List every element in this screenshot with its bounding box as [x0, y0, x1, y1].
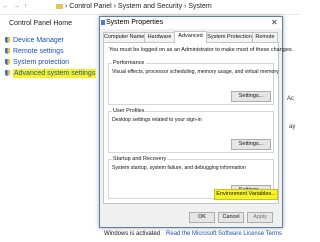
system-icon [101, 20, 105, 25]
address-bar: ← → ↑ › Control Panel › System and Secur… [0, 0, 300, 15]
clipped-text: ay [289, 124, 296, 130]
sidebar-item-label: Remote settings [13, 48, 64, 55]
group-description: Desktop settings related to your sign-in [112, 117, 202, 123]
dialog-title: System Properties [106, 19, 164, 26]
shield-icon [5, 37, 10, 43]
group-title: Performance [112, 60, 146, 66]
group-description: Visual effects, processor scheduling, me… [112, 69, 279, 75]
user-profiles-group: User Profiles Desktop settings related t… [108, 108, 274, 153]
breadcrumb[interactable]: › Control Panel › System and Security › … [56, 0, 212, 14]
system-properties-dialog: System Properties ✕ Computer Name Hardwa… [99, 16, 293, 228]
tab-computer-name[interactable]: Computer Name [103, 32, 145, 42]
tab-remote[interactable]: Remote [252, 32, 278, 42]
dialog-title-bar[interactable]: System Properties ✕ [100, 17, 282, 29]
close-icon[interactable]: ✕ [271, 17, 278, 29]
sidebar-item-label: Advanced system settings [13, 69, 97, 78]
advanced-tab-panel: You must be logged on as an Administrato… [103, 42, 293, 204]
environment-variables-button[interactable]: Environment Variables... [214, 189, 278, 200]
shield-icon [5, 59, 10, 65]
performance-group: Performance Visual effects, processor sc… [108, 60, 279, 105]
tab-system-protection[interactable]: System Protection [206, 32, 253, 42]
sidebar-item-label: Device Manager [13, 37, 64, 44]
user-profiles-settings-button[interactable]: Settings... [231, 139, 271, 150]
apply-button[interactable]: Apply [247, 212, 273, 223]
tab-advanced[interactable]: Advanced [174, 31, 207, 43]
folder-icon [56, 3, 63, 9]
sidebar-item-advanced-system-settings[interactable]: Advanced system settings [5, 69, 97, 78]
license-terms-link[interactable]: Read the Microsoft Software License Term… [166, 231, 282, 237]
breadcrumb-path[interactable]: › Control Panel › System and Security › … [65, 3, 212, 10]
ok-button[interactable]: OK [189, 212, 215, 223]
clipped-text: Ac [287, 96, 295, 102]
navigation-arrows[interactable]: ← → ↑ [2, 0, 28, 14]
performance-settings-button[interactable]: Settings... [231, 91, 271, 102]
sidebar-item-system-protection[interactable]: System protection [5, 59, 69, 66]
shield-icon [5, 48, 10, 54]
group-title: Startup and Recovery [112, 156, 168, 162]
sidebar-item-label: System protection [13, 59, 70, 66]
shield-icon [5, 70, 10, 76]
admin-note: You must be logged on as an Administrato… [109, 47, 294, 53]
group-description: System startup, system failure, and debu… [112, 165, 246, 171]
activation-text: Windows is activated [104, 231, 161, 237]
control-panel-home-link[interactable]: Control Panel Home [9, 20, 72, 27]
sidebar-item-remote-settings[interactable]: Remote settings [5, 48, 64, 55]
cancel-button[interactable]: Cancel [218, 212, 244, 223]
tab-hardware[interactable]: Hardware [144, 32, 175, 42]
sidebar-item-device-manager[interactable]: Device Manager [5, 37, 64, 44]
activation-status: Windows is activated Read the Microsoft S… [104, 231, 282, 237]
group-title: User Profiles [112, 108, 146, 114]
